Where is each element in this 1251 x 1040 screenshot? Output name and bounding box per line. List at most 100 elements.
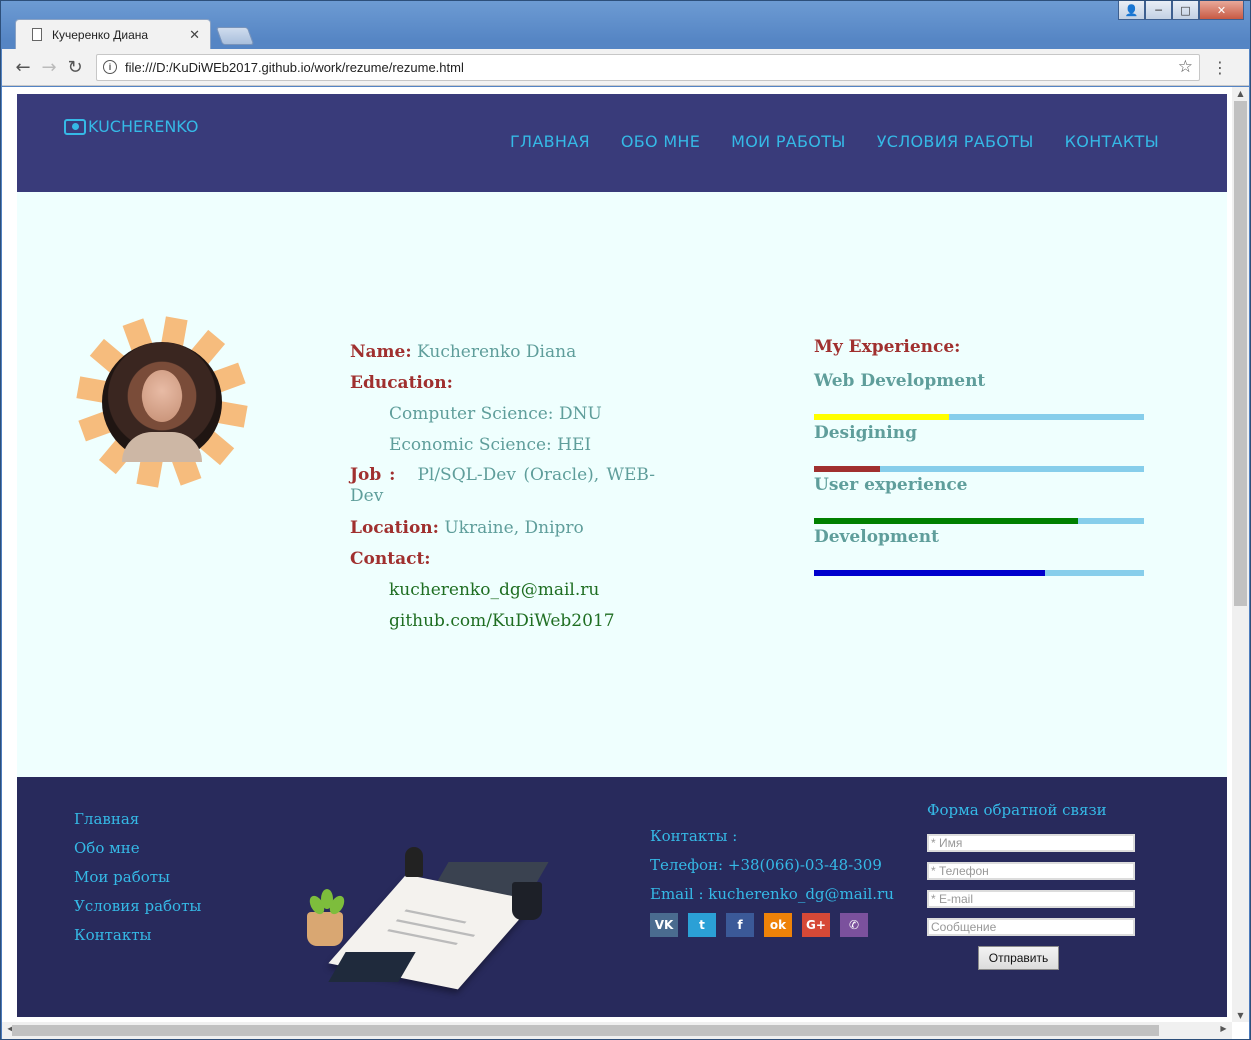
footer-link-terms[interactable]: Условия работы: [74, 892, 201, 921]
logo-text: KUCHERENKO: [88, 117, 199, 136]
scroll-right-icon[interactable]: ▶: [1215, 1024, 1232, 1033]
social-icons: VK t f ok G+ ✆: [650, 913, 894, 937]
experience-panel: My Experience: Web Development Desigining…: [814, 337, 1144, 576]
footer-link-contacts[interactable]: Контакты: [74, 921, 201, 950]
viber-icon[interactable]: ✆: [840, 913, 868, 937]
scroll-up-icon[interactable]: ▲: [1232, 89, 1249, 98]
skill-progress-bar: [814, 518, 1144, 524]
feedback-form: Форма обратной связи Отправить: [927, 801, 1137, 970]
skill-name: Development: [814, 527, 939, 547]
experience-title: My Experience:: [814, 337, 961, 357]
browser-tab[interactable]: Кучеренко Диана ✕: [15, 19, 211, 49]
footer-link-about[interactable]: Обо мне: [74, 834, 201, 863]
main-nav: ГЛАВНАЯ ОБО МНЕ МОИ РАБОТЫ УСЛОВИЯ РАБОТ…: [510, 132, 1159, 151]
minimize-button[interactable]: ─: [1145, 1, 1172, 20]
skill-progress-bar: [814, 414, 1144, 420]
skill-progress-bar: [814, 570, 1144, 576]
facebook-icon[interactable]: f: [726, 913, 754, 937]
close-window-button[interactable]: ✕: [1199, 1, 1244, 20]
name-label: Name:: [350, 342, 412, 362]
window-controls: 👤 ─ □ ✕: [1118, 1, 1244, 20]
name-row: Name: Kucherenko Diana: [350, 337, 655, 368]
location-label: Location:: [350, 518, 439, 538]
reload-icon[interactable]: ↻: [62, 57, 88, 78]
nav-works[interactable]: МОИ РАБОТЫ: [731, 132, 846, 151]
nav-contacts[interactable]: КОНТАКТЫ: [1065, 132, 1159, 151]
desk-illustration: [297, 847, 617, 1007]
contact-label: Contact:: [350, 549, 431, 569]
nav-home[interactable]: ГЛАВНАЯ: [510, 132, 590, 151]
location-row: Location: Ukraine, Dnipro: [350, 513, 655, 544]
email-field[interactable]: [927, 890, 1135, 908]
stamp-icon: [405, 847, 423, 877]
camera-icon: [64, 118, 86, 135]
skill-name: Web Development: [814, 371, 986, 391]
avatar-frame: [76, 316, 248, 488]
message-field[interactable]: [927, 918, 1135, 936]
vertical-scroll-thumb[interactable]: [1234, 101, 1247, 606]
horizontal-scroll-thumb[interactable]: [12, 1025, 1159, 1036]
contact-github[interactable]: github.com/KuDiWeb2017: [350, 606, 655, 637]
google-plus-icon[interactable]: G+: [802, 913, 830, 937]
education-item: Economic Science: HEI: [389, 435, 592, 455]
scroll-down-icon[interactable]: ▼: [1232, 1011, 1249, 1020]
page-viewport: KUCHERENKO ГЛАВНАЯ ОБО МНЕ МОИ РАБОТЫ УС…: [2, 87, 1249, 1039]
tab-close-icon[interactable]: ✕: [189, 27, 200, 43]
nav-about[interactable]: ОБО МНЕ: [621, 132, 700, 151]
tab-title: Кучеренко Диана: [52, 27, 149, 42]
location-value: Ukraine, Dnipro: [444, 518, 584, 538]
info-icon[interactable]: i: [103, 60, 117, 74]
footer-email[interactable]: Email : kucherenko_dg@mail.ru: [650, 880, 894, 909]
horizontal-scrollbar[interactable]: ◀ ▶: [2, 1022, 1232, 1039]
skill-progress-bar: [814, 466, 1144, 472]
vk-icon[interactable]: VK: [650, 913, 678, 937]
site-footer: Главная Обо мне Мои работы Условия работ…: [17, 777, 1227, 1017]
name-field[interactable]: [927, 834, 1135, 852]
skill-progress-fill: [814, 414, 950, 420]
form-title: Форма обратной связи: [927, 801, 1107, 819]
forward-icon[interactable]: →: [36, 57, 62, 78]
bookmark-star-icon[interactable]: ☆: [1178, 57, 1193, 77]
footer-links: Главная Обо мне Мои работы Условия работ…: [74, 805, 201, 950]
avatar: [102, 342, 222, 462]
resume-section: Name: Kucherenko Diana Education: Comput…: [17, 192, 1227, 777]
twitter-icon[interactable]: t: [688, 913, 716, 937]
phone-field[interactable]: [927, 862, 1135, 880]
profile-info: Name: Kucherenko Diana Education: Comput…: [350, 337, 655, 637]
education-item: Computer Science: DNU: [389, 404, 602, 424]
skill-name: Desigining: [814, 423, 917, 443]
cup-icon: [512, 882, 542, 920]
skill-progress-fill: [814, 518, 1078, 524]
nav-terms[interactable]: УСЛОВИЯ РАБОТЫ: [877, 132, 1034, 151]
skill-name: User experience: [814, 475, 968, 495]
user-icon[interactable]: 👤: [1118, 1, 1145, 20]
browser-window: 👤 ─ □ ✕ Кучеренко Диана ✕ ← → ↻ i file:/…: [0, 0, 1251, 1040]
education-label: Education:: [350, 373, 453, 393]
footer-phone: Телефон: +38(066)-03-48-309: [650, 856, 882, 874]
new-tab-button[interactable]: [215, 27, 255, 45]
job-value: Pl/SQL-Dev (Oracle), WEB-Dev: [350, 465, 655, 506]
logo[interactable]: KUCHERENKO: [64, 117, 199, 136]
contacts-title: Контакты :: [650, 827, 738, 845]
vertical-scrollbar[interactable]: ▲ ▼: [1232, 87, 1249, 1022]
contact-email[interactable]: kucherenko_dg@mail.ru: [350, 575, 655, 606]
footer-contacts: Контакты : Телефон: +38(066)-03-48-309 E…: [650, 822, 894, 937]
menu-icon[interactable]: ⋮: [1212, 58, 1228, 77]
address-bar[interactable]: i file:///D:/KuDiWEb2017.github.io/work/…: [96, 53, 1200, 81]
site-header: KUCHERENKO ГЛАВНАЯ ОБО МНЕ МОИ РАБОТЫ УС…: [17, 94, 1227, 192]
odnoklassniki-icon[interactable]: ok: [764, 913, 792, 937]
back-icon[interactable]: ←: [10, 57, 36, 78]
submit-button[interactable]: Отправить: [978, 946, 1059, 970]
name-value: Kucherenko Diana: [417, 342, 577, 362]
url-text[interactable]: file:///D:/KuDiWEb2017.github.io/work/re…: [125, 60, 1178, 75]
browser-toolbar: ← → ↻ i file:///D:/KuDiWEb2017.github.io…: [2, 49, 1249, 86]
skill-progress-fill: [814, 466, 880, 472]
plant-pot: [307, 912, 343, 946]
page-icon: [32, 28, 42, 41]
skill-progress-fill: [814, 570, 1045, 576]
footer-link-home[interactable]: Главная: [74, 805, 201, 834]
job-label: Job :: [350, 465, 396, 485]
footer-link-works[interactable]: Мои работы: [74, 863, 201, 892]
maximize-button[interactable]: □: [1172, 1, 1199, 20]
job-row: Job : Pl/SQL-Dev (Oracle), WEB-Dev: [350, 461, 655, 513]
